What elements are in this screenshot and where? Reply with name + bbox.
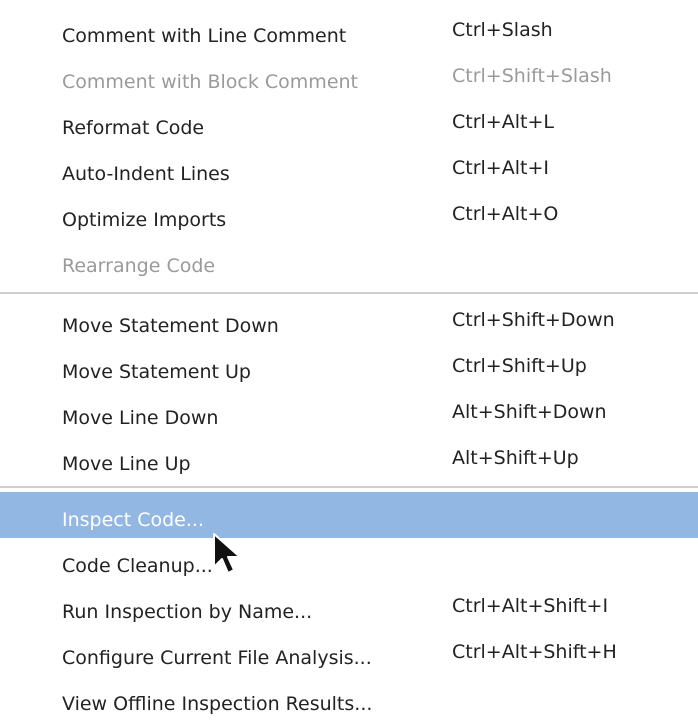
menu-item-shortcut: Alt+Shift+Down [452,401,607,423]
menu-item-comment-block[interactable]: Comment with Block Comment Ctrl+Shift+Sl… [0,54,698,100]
menu-item-shortcut: Ctrl+Shift+Down [452,309,615,331]
menu-item-shortcut: Ctrl+Alt+Shift+I [452,595,609,617]
menu-item-view-offline-inspection-results[interactable]: View Offline Inspection Results... [0,676,698,722]
mouse-pointer-icon [213,533,241,574]
menu-item-label: Reformat Code [62,117,205,139]
menu-item-shortcut: Ctrl+Alt+Shift+H [452,641,617,663]
menu-item-move-statement-up[interactable]: Move Statement Up Ctrl+Shift+Up [0,344,698,390]
menu-item-label: Auto-Indent Lines [62,163,230,185]
menu-item-label: Comment with Block Comment [62,71,358,93]
menu-item-shortcut: Ctrl+Alt+L [452,111,554,133]
menu-item-label: Rearrange Code [62,255,216,277]
menu-separator [0,486,698,488]
menu-item-reformat-code[interactable]: Reformat Code Ctrl+Alt+L [0,100,698,146]
menu-item-label: Move Statement Down [62,315,279,337]
menu-item-label: Run Inspection by Name... [62,601,313,623]
menu-item-move-line-up[interactable]: Move Line Up Alt+Shift+Up [0,436,698,482]
menu-item-move-line-down[interactable]: Move Line Down Alt+Shift+Down [0,390,698,436]
menu-item-rearrange-code[interactable]: Rearrange Code [0,238,698,284]
menu-item-move-statement-down[interactable]: Move Statement Down Ctrl+Shift+Down [0,298,698,344]
menu-item-configure-current-file-analysis[interactable]: Configure Current File Analysis... Ctrl+… [0,630,698,676]
menu-item-label: Optimize Imports [62,209,227,231]
menu-item-label: Code Cleanup... [62,555,213,577]
menu-item-shortcut: Ctrl+Shift+Up [452,355,587,377]
menu-item-label: Configure Current File Analysis... [62,647,372,669]
menu-item-optimize-imports[interactable]: Optimize Imports Ctrl+Alt+O [0,192,698,238]
menu-item-label: Comment with Line Comment [62,25,347,47]
menu-item-inspect-code[interactable]: Inspect Code... [0,492,698,538]
context-menu: Comment with Line Comment Ctrl+Slash Com… [0,0,698,718]
menu-item-shortcut: Alt+Shift+Up [452,447,579,469]
menu-item-label: Inspect Code... [62,509,204,531]
menu-item-label: Move Line Down [62,407,219,429]
menu-item-code-cleanup[interactable]: Code Cleanup... [0,538,698,584]
menu-item-shortcut: Ctrl+Slash [452,19,553,41]
menu-item-label: View Offline Inspection Results... [62,693,373,715]
menu-item-shortcut: Ctrl+Shift+Slash [452,65,612,87]
menu-item-comment-line[interactable]: Comment with Line Comment Ctrl+Slash [0,8,698,54]
menu-item-label: Move Line Up [62,453,191,475]
menu-item-shortcut: Ctrl+Alt+I [452,157,549,179]
menu-separator [0,292,698,294]
menu-item-shortcut: Ctrl+Alt+O [452,203,559,225]
menu-item-label: Move Statement Up [62,361,251,383]
menu-item-auto-indent-lines[interactable]: Auto-Indent Lines Ctrl+Alt+I [0,146,698,192]
menu-item-run-inspection-by-name[interactable]: Run Inspection by Name... Ctrl+Alt+Shift… [0,584,698,630]
